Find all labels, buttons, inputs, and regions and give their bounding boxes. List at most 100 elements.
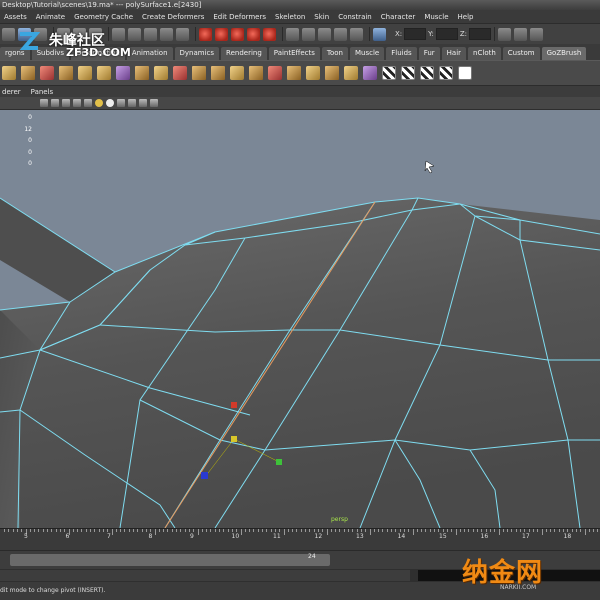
menu-geometry-cache[interactable]: Geometry Cache [74, 13, 133, 21]
menu-renderer[interactable]: derer [2, 88, 21, 96]
xray-icon[interactable] [117, 99, 125, 107]
timeline-tick [29, 529, 31, 532]
y-field[interactable] [435, 28, 458, 40]
shelf-tool-icon[interactable] [325, 66, 339, 80]
render-view-icon[interactable] [302, 27, 315, 41]
tab-painteffects[interactable]: PaintEffects [268, 47, 320, 60]
shelf-tool-icon[interactable] [439, 66, 453, 80]
mask-icon[interactable] [128, 27, 141, 41]
shelf-tool-icon[interactable] [287, 66, 301, 80]
shelf-tool-icon[interactable] [21, 66, 35, 80]
shelf-tool-icon[interactable] [40, 66, 54, 80]
new-scene-icon[interactable] [2, 27, 15, 41]
shelf-tool-icon[interactable] [344, 66, 358, 80]
tool-settings-icon[interactable] [514, 27, 528, 41]
menu-skin[interactable]: Skin [314, 13, 329, 21]
menu-muscle[interactable]: Muscle [424, 13, 448, 21]
snap-plane-icon[interactable] [247, 27, 260, 41]
shadows-icon[interactable] [106, 99, 114, 107]
tab-toon[interactable]: Toon [321, 47, 348, 60]
shelf-tool-icon[interactable] [192, 66, 206, 80]
shelf-tool-icon[interactable] [458, 66, 472, 80]
construction-history-icon[interactable] [286, 27, 299, 41]
manipulator-center-handle[interactable] [231, 436, 237, 442]
snap-curve-icon[interactable] [215, 27, 228, 41]
render-settings-icon[interactable] [350, 27, 363, 41]
mask-icon[interactable] [112, 27, 125, 41]
menu-animate[interactable]: Animate [36, 13, 65, 21]
timeline-tick [98, 529, 100, 532]
camera-attributes-icon[interactable] [139, 99, 147, 107]
range-slider[interactable] [10, 554, 330, 566]
shelf-tool-icon[interactable] [78, 66, 92, 80]
tab-ncloth[interactable]: nCloth [468, 47, 501, 60]
snap-surface-icon[interactable] [263, 27, 276, 41]
wireframe-on-shaded-icon[interactable] [62, 99, 70, 107]
shelf-tool-icon[interactable] [363, 66, 377, 80]
shelf-tool-icon[interactable] [135, 66, 149, 80]
mesh-canvas[interactable] [0, 110, 600, 528]
shelf-tool-icon[interactable] [116, 66, 130, 80]
bookmark-icon[interactable] [150, 99, 158, 107]
ipr-render-icon[interactable] [334, 27, 347, 41]
shelf-tool-icon[interactable] [97, 66, 111, 80]
isolate-select-icon[interactable] [128, 99, 136, 107]
menu-constrain[interactable]: Constrain [338, 13, 372, 21]
shelf-tool-icon[interactable] [211, 66, 225, 80]
tab-hair[interactable]: Hair [441, 47, 467, 60]
snap-point-icon[interactable] [231, 27, 244, 41]
menu-skeleton[interactable]: Skeleton [275, 13, 305, 21]
attribute-editor-icon[interactable] [498, 27, 512, 41]
manipulator-z-handle[interactable] [201, 472, 208, 479]
timeline-tick [434, 529, 435, 532]
mask-icon[interactable] [176, 27, 189, 41]
tab-muscle[interactable]: Muscle [350, 47, 385, 60]
shelf-tool-icon[interactable] [306, 66, 320, 80]
use-all-lights-icon[interactable] [84, 99, 92, 107]
shelf-tool-icon[interactable] [2, 66, 16, 80]
tab-fur[interactable]: Fur [418, 47, 440, 60]
menu-panels[interactable]: Panels [31, 88, 54, 96]
smooth-shade-icon[interactable] [51, 99, 59, 107]
menu-edit-deformers[interactable]: Edit Deformers [213, 13, 266, 21]
tab-dynamics[interactable]: Dynamics [174, 47, 220, 60]
manipulator-x-handle[interactable] [276, 459, 282, 465]
command-input[interactable] [0, 570, 410, 581]
wireframe-icon[interactable] [40, 99, 48, 107]
shelf-tool-icon[interactable] [249, 66, 263, 80]
tab-animation[interactable]: Animation [126, 47, 173, 60]
mask-icon[interactable] [144, 27, 157, 41]
manipulator-y-handle[interactable] [231, 402, 237, 408]
default-light-icon[interactable] [95, 99, 103, 107]
input-mode-icon[interactable] [373, 27, 386, 41]
menu-create-deformers[interactable]: Create Deformers [142, 13, 204, 21]
viewport-persp[interactable]: 0 12 0 0 0 persp [0, 110, 600, 528]
tab-custom[interactable]: Custom [502, 47, 540, 60]
shelf-tool-icon[interactable] [382, 66, 396, 80]
shelf-tool-icon[interactable] [230, 66, 244, 80]
channel-box-icon[interactable] [530, 27, 544, 41]
shelf-tool-icon[interactable] [420, 66, 434, 80]
shelf-tool-icon[interactable] [59, 66, 73, 80]
timeline-tick [262, 529, 263, 532]
time-slider[interactable]: 5 6 7 8 9 10 11 12 13 14 15 16 17 18 [0, 528, 600, 550]
timeline-tick [528, 529, 530, 532]
shelf-tool-icon[interactable] [268, 66, 282, 80]
mask-icon[interactable] [160, 27, 173, 41]
menu-assets[interactable]: Assets [4, 13, 27, 21]
render-icon[interactable] [318, 27, 331, 41]
x-field[interactable] [404, 28, 427, 40]
tab-rendering[interactable]: Rendering [221, 47, 267, 60]
menu-character[interactable]: Character [381, 13, 416, 21]
shelf-tool-icon[interactable] [173, 66, 187, 80]
snap-grid-icon[interactable] [199, 27, 212, 41]
range-end-value[interactable]: 24 [308, 553, 316, 560]
tab-gozbrush[interactable]: GoZBrush [541, 47, 587, 60]
textured-icon[interactable] [73, 99, 81, 107]
z-field[interactable] [469, 28, 492, 40]
tab-fluids[interactable]: Fluids [386, 47, 417, 60]
menu-help[interactable]: Help [458, 13, 474, 21]
shelf-tool-icon[interactable] [401, 66, 415, 80]
separator [195, 27, 196, 41]
shelf-tool-icon[interactable] [154, 66, 168, 80]
